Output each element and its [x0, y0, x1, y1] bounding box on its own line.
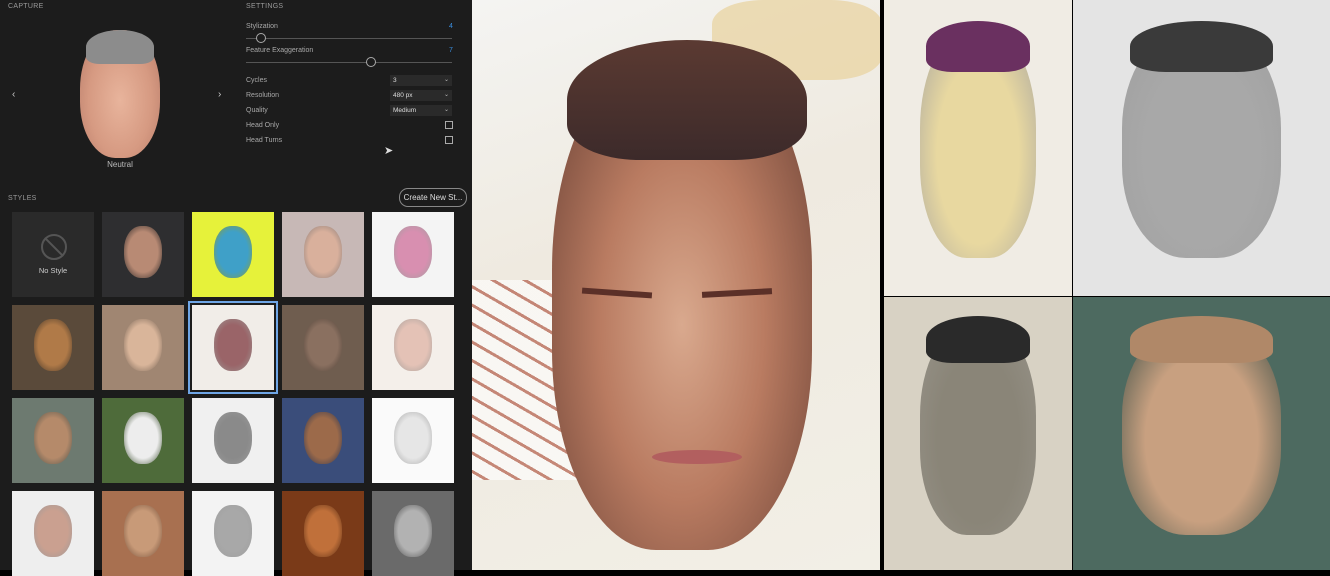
- style-tile-anatomy-man[interactable]: [372, 491, 454, 576]
- style-tile-marble-bust[interactable]: [102, 491, 184, 576]
- style-preview-face: [124, 319, 162, 371]
- portrait-mouth: [652, 450, 742, 464]
- stylization-label: Stylization: [246, 23, 278, 30]
- result-thumb-wood-textured-portrait[interactable]: [1073, 297, 1330, 570]
- feature-exaggeration-label: Feature Exaggeration: [246, 47, 314, 54]
- style-preview-face: [214, 412, 252, 464]
- chevron-right-icon[interactable]: ›: [218, 89, 221, 100]
- style-tile-clay-sculpture[interactable]: [282, 305, 364, 390]
- cycles-select[interactable]: 3 ⌄: [390, 75, 452, 86]
- style-preview-face: [304, 412, 342, 464]
- styles-section-label: STYLES: [8, 195, 37, 202]
- quality-label: Quality: [246, 107, 268, 114]
- expression-label: Neutral: [107, 160, 133, 169]
- resolution-value: 480 px: [393, 92, 413, 99]
- feature-exaggeration-slider-handle[interactable]: [366, 57, 376, 67]
- style-tile-red-pencil-woman[interactable]: [372, 305, 454, 390]
- style-preview-face: [124, 412, 162, 464]
- style-tile-pop-art-green[interactable]: [192, 212, 274, 297]
- style-tile-old-man-painting[interactable]: [12, 398, 94, 483]
- result-thumb-watercolor-purple-portrait[interactable]: [884, 0, 1072, 296]
- chevron-down-icon: ⌄: [443, 77, 449, 83]
- style-preview-face: [304, 505, 342, 557]
- result-thumb-charcoal-sketch-portrait[interactable]: [884, 297, 1072, 570]
- style-tile-ink-curly-woman[interactable]: [188, 301, 278, 394]
- style-preview-face: [124, 505, 162, 557]
- main-stylized-portrait: [472, 0, 880, 570]
- no-style-icon: [41, 234, 67, 260]
- chevron-left-icon[interactable]: ‹: [12, 89, 15, 100]
- style-preview-face: [214, 319, 252, 371]
- style-tile-bob-hair-woman[interactable]: [12, 491, 94, 576]
- style-preview-face: [394, 319, 432, 371]
- resolution-select[interactable]: 480 px ⌄: [390, 90, 452, 101]
- feature-exaggeration-value: 7: [449, 47, 453, 54]
- style-tile-white-mannequin[interactable]: [102, 398, 184, 483]
- style-preview-face: [214, 226, 252, 278]
- chevron-down-icon: ⌄: [443, 92, 449, 98]
- style-tile-wood-carving[interactable]: [12, 305, 94, 390]
- style-tile-charcoal-man[interactable]: [192, 398, 274, 483]
- style-preview-face: [214, 505, 252, 557]
- style-preview-face: [394, 412, 432, 464]
- style-preview-face: [304, 319, 342, 371]
- feature-exaggeration-slider[interactable]: [246, 57, 452, 67]
- style-preview-face: [394, 226, 432, 278]
- cycles-value: 3: [393, 77, 397, 84]
- style-tile-curly-girl-painting[interactable]: [282, 212, 364, 297]
- captured-face-thumbnail: [80, 30, 160, 158]
- stylization-value: 4: [449, 23, 453, 30]
- style-preview-face: [394, 505, 432, 557]
- thumb-hair: [1129, 316, 1274, 363]
- style-grid: No Style: [12, 212, 464, 576]
- resolution-label: Resolution: [246, 92, 280, 99]
- result-thumb-anatomy-grey-portrait[interactable]: [1073, 0, 1330, 296]
- style-tile-pencil-woman[interactable]: [102, 305, 184, 390]
- chevron-down-icon: ⌄: [443, 107, 449, 113]
- head-only-checkbox[interactable]: [445, 121, 453, 129]
- style-tile-pencil-man-beard[interactable]: [192, 491, 274, 576]
- no-style-label: No Style: [38, 266, 68, 275]
- quality-select[interactable]: Medium ⌄: [390, 105, 452, 116]
- thumb-hair: [1129, 20, 1274, 72]
- control-panel: CAPTURE ‹ › Neutral SETTINGS Stylization…: [0, 0, 472, 576]
- stylization-slider[interactable]: [246, 33, 452, 43]
- style-preview-face: [34, 505, 72, 557]
- create-new-style-button[interactable]: Create New St...: [399, 188, 467, 207]
- thumb-hair: [925, 316, 1031, 363]
- head-only-label: Head Only: [246, 122, 280, 129]
- head-turns-label: Head Turns: [246, 137, 283, 144]
- style-preview-face: [304, 226, 342, 278]
- style-preview-face: [34, 412, 72, 464]
- cycles-label: Cycles: [246, 77, 268, 84]
- quality-value: Medium: [393, 107, 417, 114]
- settings-section-label: SETTINGS: [246, 3, 284, 10]
- style-tile-line-drawing-man[interactable]: [372, 398, 454, 483]
- style-tile-no-style[interactable]: No Style: [12, 212, 94, 297]
- style-preview-face: [124, 226, 162, 278]
- portrait-hair: [567, 40, 807, 160]
- mouse-cursor-icon: ➤: [384, 145, 394, 157]
- style-preview-face: [34, 319, 72, 371]
- style-tile-rainbow-hair-sketch[interactable]: [372, 212, 454, 297]
- style-tile-photo-man[interactable]: [102, 212, 184, 297]
- style-tile-portrait-woman-blue[interactable]: [282, 398, 364, 483]
- capture-section-label: CAPTURE: [8, 3, 44, 10]
- head-turns-checkbox[interactable]: [445, 136, 453, 144]
- style-tile-dog-golden[interactable]: [282, 491, 364, 576]
- thumb-hair: [925, 20, 1031, 72]
- stylization-slider-handle[interactable]: [256, 33, 266, 43]
